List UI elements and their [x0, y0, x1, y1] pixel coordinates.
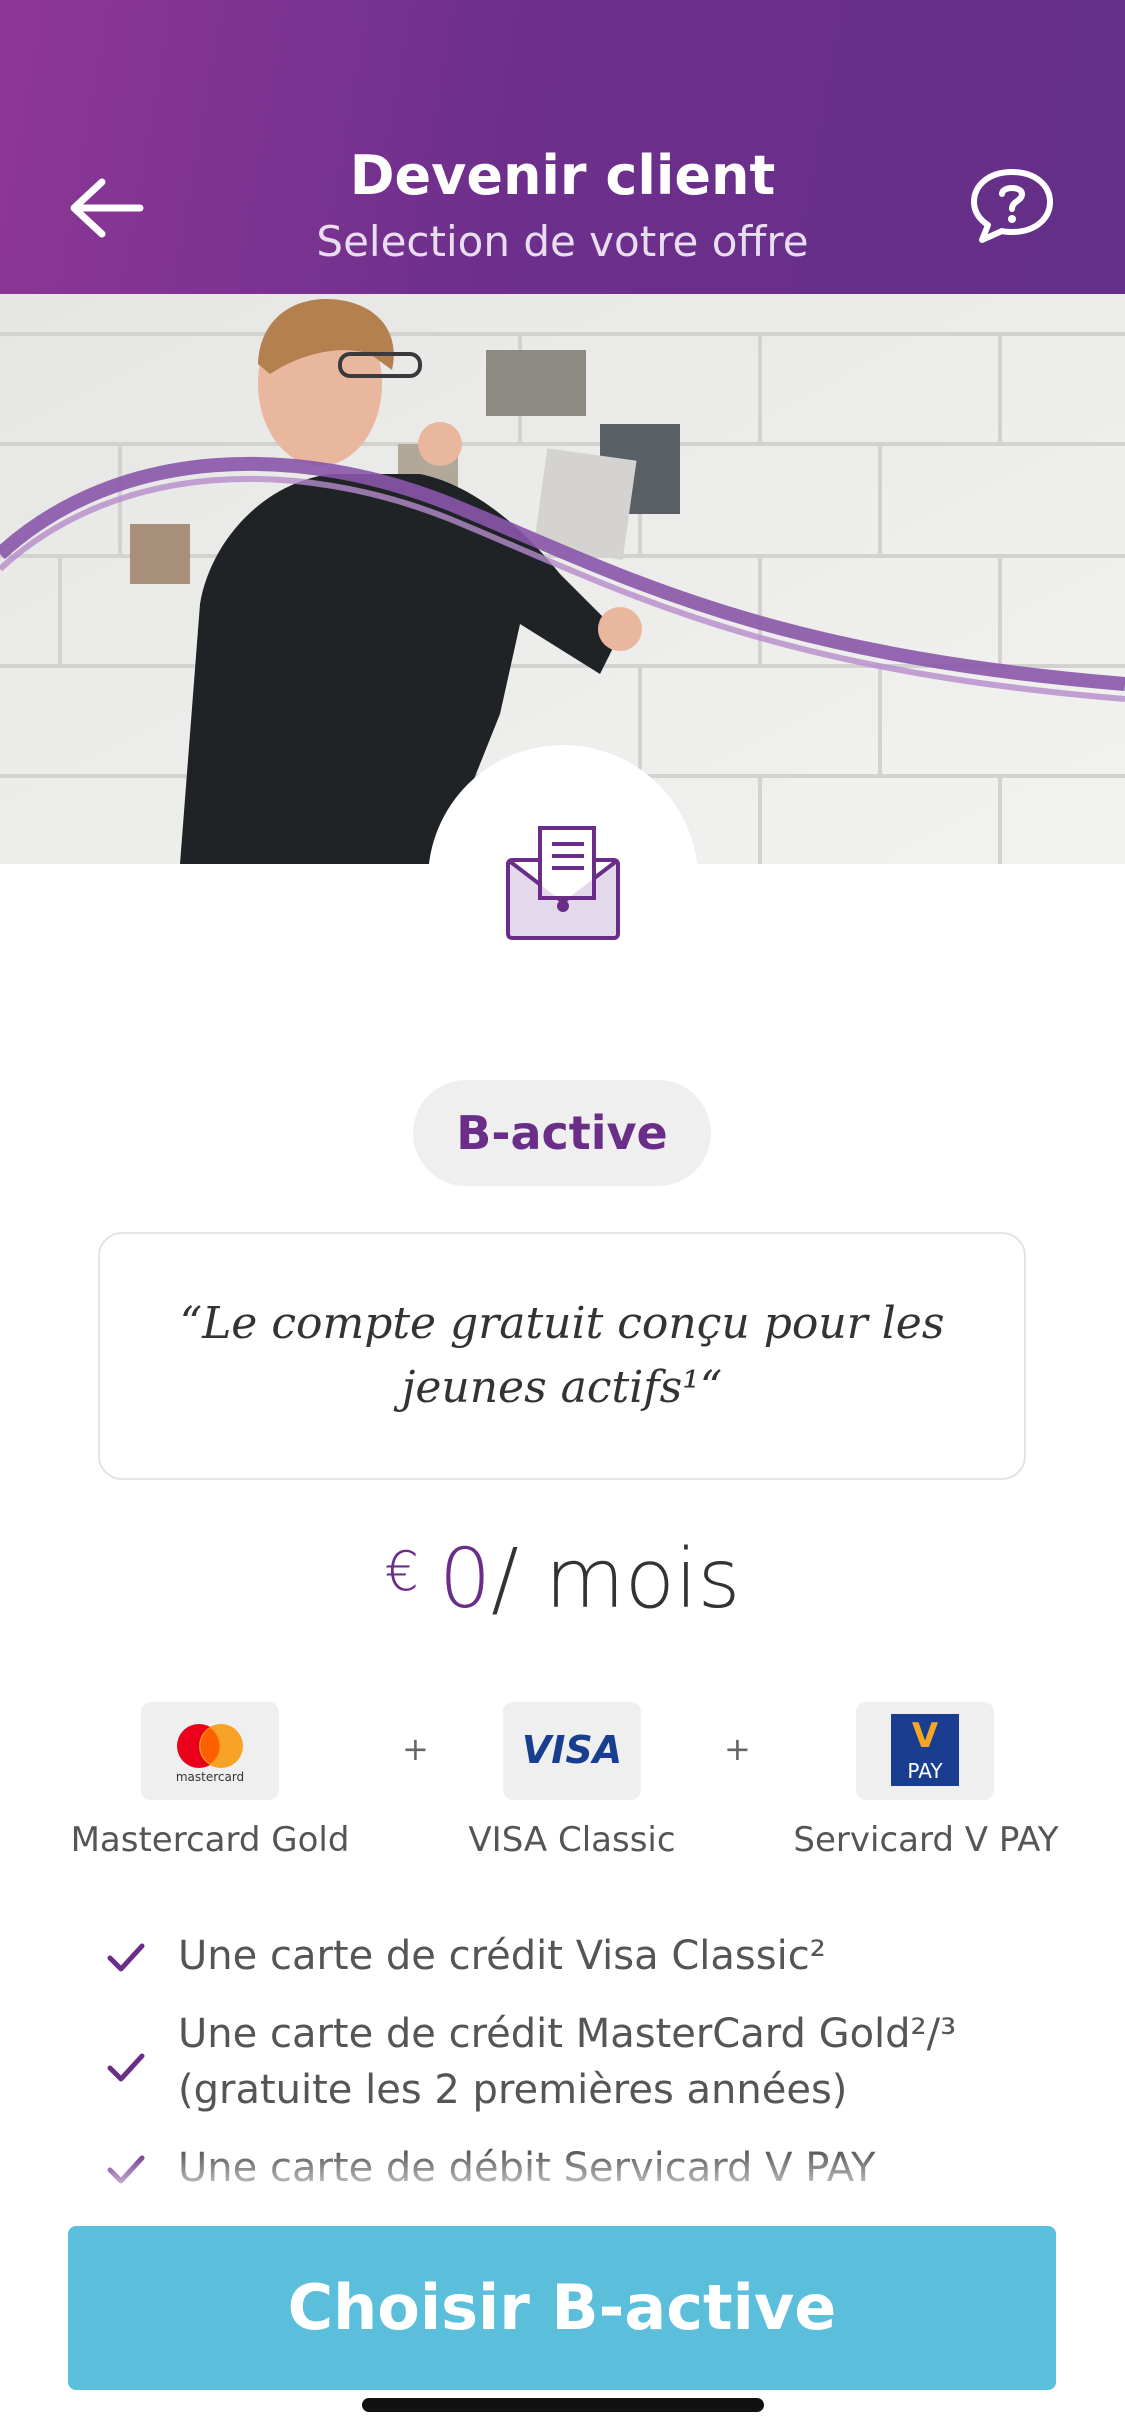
briefcase-document-icon [506, 826, 620, 940]
help-button[interactable] [966, 166, 1058, 246]
mastercard-logo-text: mastercard [175, 1770, 245, 1784]
vpay-tile: V PAY [856, 1702, 994, 1800]
checkmark-icon [107, 1943, 145, 1972]
feature-item: Une carte de crédit Visa Classic² [106, 1928, 1036, 1988]
feature-item: Une carte de crédit MasterCard Gold²/³ (… [106, 2006, 1036, 2126]
page-title: Devenir client [349, 144, 776, 207]
vpay-logo-text: PAY [907, 1759, 943, 1783]
visa-logo-icon: VISA [521, 1728, 623, 1772]
page-subtitle: Selection de votre offre [316, 217, 809, 266]
price-amount: 0 [438, 1532, 492, 1627]
offer-quote-box: “Le compte gratuit conçu pour les jeunes… [98, 1232, 1026, 1480]
plus-sign: + [402, 1730, 429, 1768]
home-indicator[interactable] [362, 2398, 764, 2412]
back-button[interactable] [64, 168, 154, 248]
feature-text: Une carte de crédit MasterCard Gold²/³ (… [178, 2011, 957, 2113]
list-fade-overlay [0, 2150, 1125, 2230]
visa-tile: VISA [503, 1702, 641, 1800]
card-label-vpay: Servicard V PAY [793, 1820, 1059, 1860]
card-label-mastercard: Mastercard Gold [70, 1820, 350, 1860]
help-chat-icon [971, 169, 1053, 243]
offer-name-badge: B-active [413, 1080, 711, 1186]
app-header: Devenir client Selection de votre offre [0, 0, 1125, 294]
vpay-logo-icon: V PAY [891, 1714, 959, 1786]
price: €0/ mois [0, 1520, 1125, 1640]
mastercard-tile: mastercard [141, 1702, 279, 1800]
choose-offer-button[interactable]: Choisir B-active [68, 2226, 1056, 2390]
feature-text: Une carte de crédit Visa Classic² [178, 1933, 826, 1979]
offer-quote: “Le compte gratuit conçu pour les jeunes… [179, 1298, 945, 1413]
price-period: / mois [491, 1532, 741, 1627]
plus-sign: + [724, 1730, 751, 1768]
checkmark-icon [107, 2053, 145, 2082]
mastercard-logo-icon [177, 1724, 243, 1768]
price-currency: € [384, 1540, 419, 1603]
arrow-left-icon [70, 178, 144, 238]
card-label-visa: VISA Classic [468, 1820, 676, 1860]
